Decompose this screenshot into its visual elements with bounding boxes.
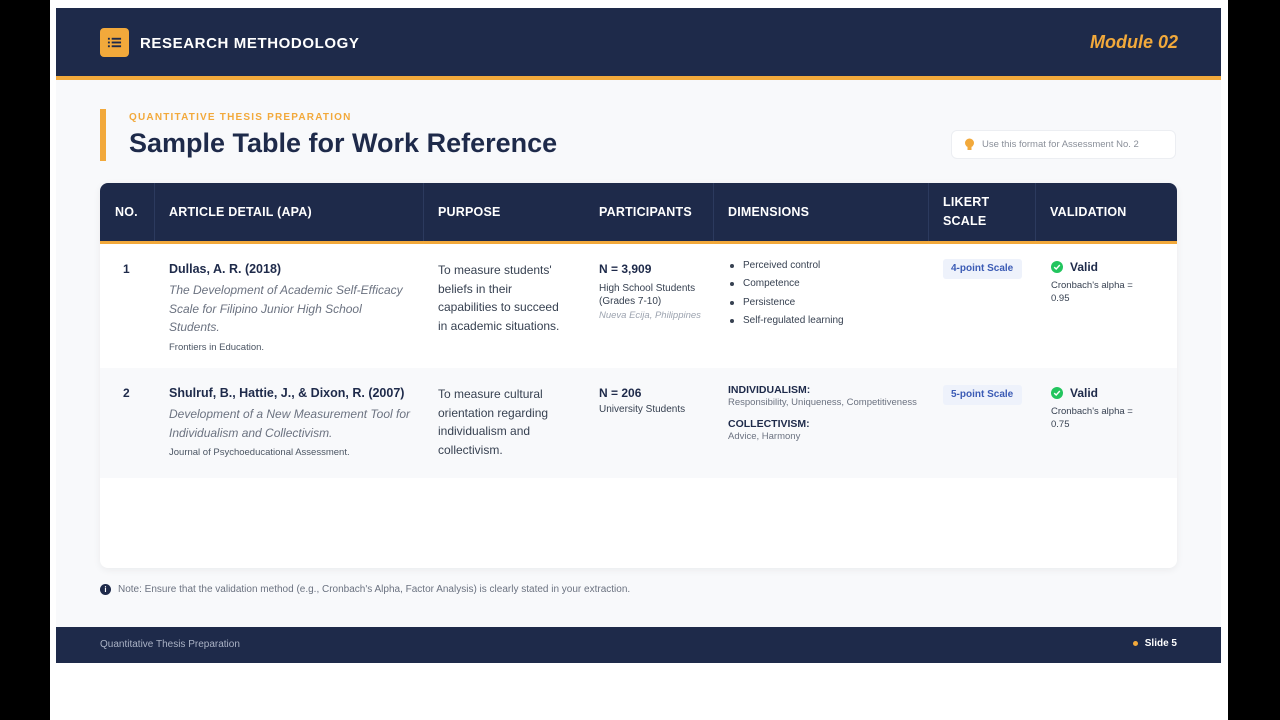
title-accent-bar: [100, 109, 106, 161]
header-bar: RESEARCH METHODOLOGY Module 02: [56, 8, 1221, 80]
col-header-likert: LIKERT SCALE: [943, 195, 990, 228]
check-circle-icon: [1051, 387, 1063, 399]
table-row: 2 Shulruf, B., Hattie, J., & Dixon, R. (…: [100, 368, 1177, 478]
lightbulb-icon: [965, 138, 974, 150]
list-icon: [100, 28, 129, 57]
participant-group: High School Students (Grades 7-10): [599, 283, 696, 307]
col-header-validation: VALIDATION: [1050, 204, 1127, 219]
slide-indicator: Slide 5: [1132, 638, 1177, 649]
article-title: Development of a New Measurement Tool fo…: [169, 407, 411, 440]
validation-cell: Valid Cronbach's alpha = 0.75: [1051, 386, 1151, 431]
dimensions-cell: Perceived control Competence Persistence…: [728, 257, 918, 330]
article-detail: Shulruf, B., Hattie, J., & Dixon, R. (20…: [169, 386, 414, 458]
module-label: Module 02: [1089, 32, 1178, 52]
reference-table: NO. ARTICLE DETAIL (APA) PURPOSE PARTICI…: [100, 183, 1177, 568]
col-header-no: NO.: [115, 204, 138, 219]
col-header-participants: PARTICIPANTS: [599, 204, 692, 219]
cronbach-alpha: Cronbach's alpha = 0.95: [1051, 280, 1133, 304]
dimension-item: Perceived control: [728, 257, 918, 275]
validation-status: Valid: [1070, 260, 1099, 274]
dimension-item: Self-regulated learning: [728, 312, 918, 330]
participants-cell: N = 3,909 High School Students (Grades 7…: [599, 262, 703, 323]
table-header: NO. ARTICLE DETAIL (APA) PURPOSE PARTICI…: [100, 183, 1177, 244]
sample-size: N = 206: [599, 386, 642, 400]
article-author: Dullas, A. R. (2018): [169, 262, 282, 276]
hint-text: Use this format for Assessment No. 2: [982, 139, 1139, 150]
row-number: 2: [123, 386, 130, 400]
participant-group: University Students: [599, 404, 686, 415]
likert-badge: 5-point Scale: [943, 385, 1022, 405]
likert-badge: 4-point Scale: [943, 259, 1022, 279]
dimension-group-items: Advice, Harmony: [728, 430, 801, 442]
purpose-text: To measure cultural orientation regardin…: [438, 387, 549, 457]
article-author: Shulruf, B., Hattie, J., & Dixon, R. (20…: [169, 386, 405, 400]
article-journal: Frontiers in Education.: [169, 341, 265, 353]
info-icon: i: [100, 584, 111, 595]
slide-number: Slide 5: [1144, 638, 1177, 649]
validation-status: Valid: [1070, 386, 1099, 400]
note-text: Note: Ensure that the validation method …: [118, 584, 631, 595]
col-header-purpose: PURPOSE: [438, 204, 501, 219]
table-row: 1 Dullas, A. R. (2018) The Development o…: [100, 244, 1177, 368]
header-title: RESEARCH METHODOLOGY: [140, 35, 360, 52]
cronbach-alpha: Cronbach's alpha = 0.75: [1051, 406, 1133, 430]
article-title: The Development of Academic Self-Efficac…: [169, 283, 403, 334]
col-header-article: ARTICLE DETAIL (APA): [169, 204, 312, 219]
article-journal: Journal of Psychoeducational Assessment.: [169, 447, 350, 458]
sample-size: N = 3,909: [599, 262, 652, 276]
dimension-group-title: INDIVIDUALISM:: [728, 384, 811, 396]
footer-bar: Quantitative Thesis Preparation Slide 5: [56, 627, 1221, 663]
dimension-item: Competence: [728, 275, 918, 293]
article-detail: Dullas, A. R. (2018) The Development of …: [169, 262, 414, 353]
dimension-item: Persistence: [728, 294, 918, 312]
dimensions-cell: INDIVIDUALISM: Responsibility, Uniquenes…: [728, 384, 918, 443]
note: i Note: Ensure that the validation metho…: [100, 584, 630, 595]
dimension-group-items: Responsibility, Uniqueness, Competitiven…: [728, 397, 917, 408]
participants-cell: N = 206 University Students: [599, 386, 703, 416]
col-header-dimensions: DIMENSIONS: [728, 204, 810, 219]
slide: RESEARCH METHODOLOGY Module 02 QUANTITAT…: [56, 8, 1221, 663]
validation-cell: Valid Cronbach's alpha = 0.95: [1051, 260, 1151, 305]
hint-badge: Use this format for Assessment No. 2: [951, 130, 1176, 159]
row-number: 1: [123, 262, 130, 276]
eyebrow-label: QUANTITATIVE THESIS PREPARATION: [129, 112, 352, 123]
footer-title: Quantitative Thesis Preparation: [100, 639, 240, 650]
purpose-text: To measure students' beliefs in their ca…: [438, 263, 560, 333]
dot-icon: [1132, 641, 1138, 646]
page-title: Sample Table for Work Reference: [129, 128, 558, 158]
dimension-group-title: COLLECTIVISM:: [728, 417, 810, 430]
check-circle-icon: [1051, 261, 1063, 273]
participant-location: Nueva Ecija, Philippines: [599, 310, 701, 321]
